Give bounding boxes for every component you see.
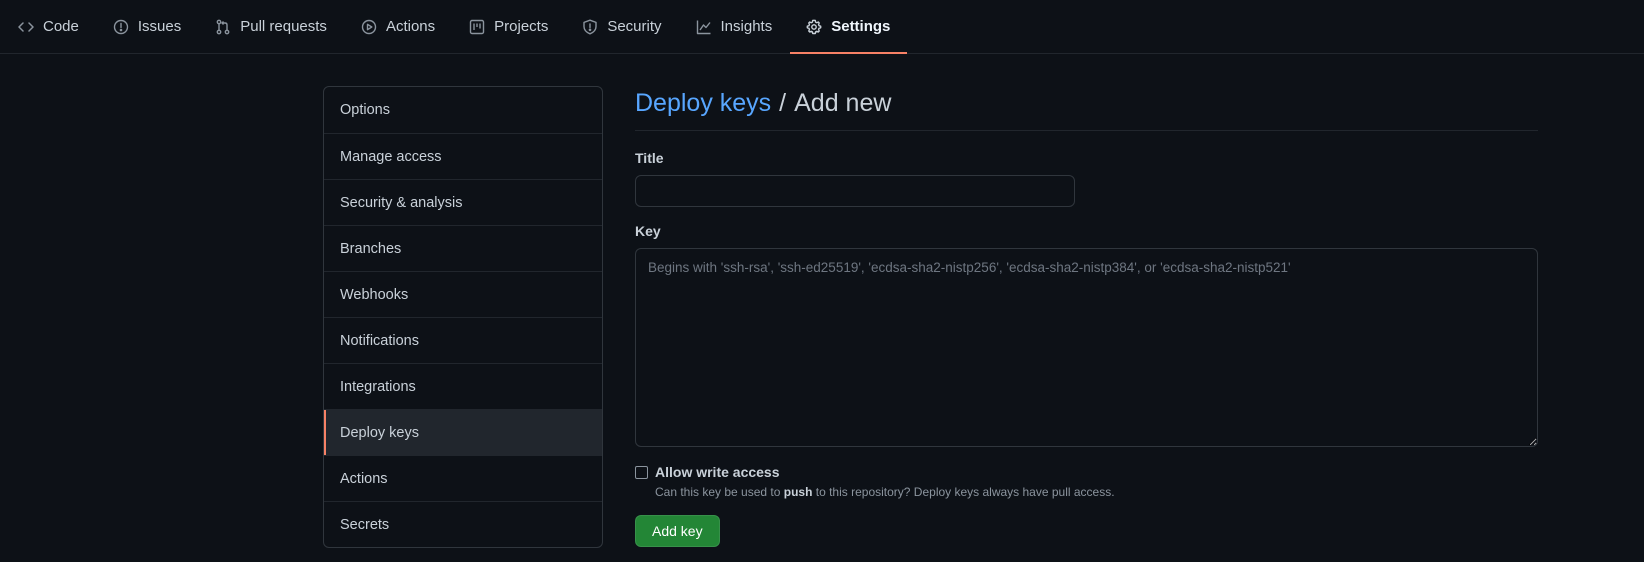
allow-write-access-label[interactable]: Allow write access	[655, 464, 780, 480]
tab-label: Projects	[494, 18, 549, 35]
tab-label: Code	[43, 18, 79, 35]
tab-label: Security	[607, 18, 662, 35]
key-label: Key	[635, 223, 661, 239]
tab-issues[interactable]: Issues	[113, 0, 198, 53]
tab-label: Insights	[720, 18, 773, 35]
sidebar-item-secrets[interactable]: Secrets	[324, 501, 602, 547]
tab-insights[interactable]: Insights	[696, 0, 790, 53]
main-content: Deploy keys / Add new Title Key Allow wr…	[635, 86, 1538, 547]
tab-label: Pull requests	[240, 18, 327, 35]
gear-icon	[806, 19, 822, 35]
sidebar-item-webhooks[interactable]: Webhooks	[324, 271, 602, 317]
play-icon	[361, 19, 377, 35]
tab-label: Actions	[385, 18, 436, 35]
sidebar-item-integrations[interactable]: Integrations	[324, 363, 602, 409]
sidebar-item-deploy-keys[interactable]: Deploy keys	[324, 409, 602, 455]
code-icon	[18, 19, 34, 35]
breadcrumb-separator: /	[779, 89, 787, 117]
sidebar-item-notifications[interactable]: Notifications	[324, 317, 602, 363]
tab-pull-requests[interactable]: Pull requests	[215, 0, 344, 53]
tab-settings[interactable]: Settings	[790, 0, 908, 54]
sidebar-item-branches[interactable]: Branches	[324, 225, 602, 271]
project-icon	[469, 19, 485, 35]
issue-opened-icon	[113, 19, 129, 35]
write-access-row: Allow write access	[635, 464, 1538, 480]
allow-write-access-checkbox[interactable]	[635, 466, 648, 479]
tab-label: Settings	[831, 18, 891, 35]
shield-icon	[582, 19, 598, 35]
write-access-note: Can this key be used to push to this rep…	[655, 485, 1538, 499]
sidebar-item-security-analysis[interactable]: Security & analysis	[324, 179, 602, 225]
tab-label: Issues	[137, 18, 182, 35]
repo-nav: Code Issues Pull requests Actions Projec…	[0, 0, 1644, 54]
sidebar-item-manage-access[interactable]: Manage access	[324, 133, 602, 179]
title-input[interactable]	[635, 175, 1075, 207]
git-pull-request-icon	[215, 19, 231, 35]
breadcrumb-current: Add new	[794, 89, 892, 117]
title-label: Title	[635, 150, 664, 166]
tab-code[interactable]: Code	[18, 0, 96, 53]
write-access-note-bold: push	[783, 485, 813, 499]
write-access-note-post: to this repository? Deploy keys always h…	[812, 485, 1115, 499]
graph-icon	[696, 19, 712, 35]
add-key-button[interactable]: Add key	[635, 515, 720, 547]
tab-actions[interactable]: Actions	[361, 0, 452, 53]
breadcrumb-deploy-keys-link[interactable]: Deploy keys	[635, 89, 771, 118]
page-title: Deploy keys / Add new	[635, 86, 1538, 131]
settings-sidebar: Options Manage access Security & analysi…	[323, 86, 603, 548]
sidebar-item-actions[interactable]: Actions	[324, 455, 602, 501]
key-textarea[interactable]	[635, 248, 1538, 447]
sidebar-item-options[interactable]: Options	[324, 87, 602, 133]
write-access-note-pre: Can this key be used to	[655, 485, 784, 499]
tab-security[interactable]: Security	[582, 0, 678, 53]
tab-projects[interactable]: Projects	[469, 0, 565, 53]
